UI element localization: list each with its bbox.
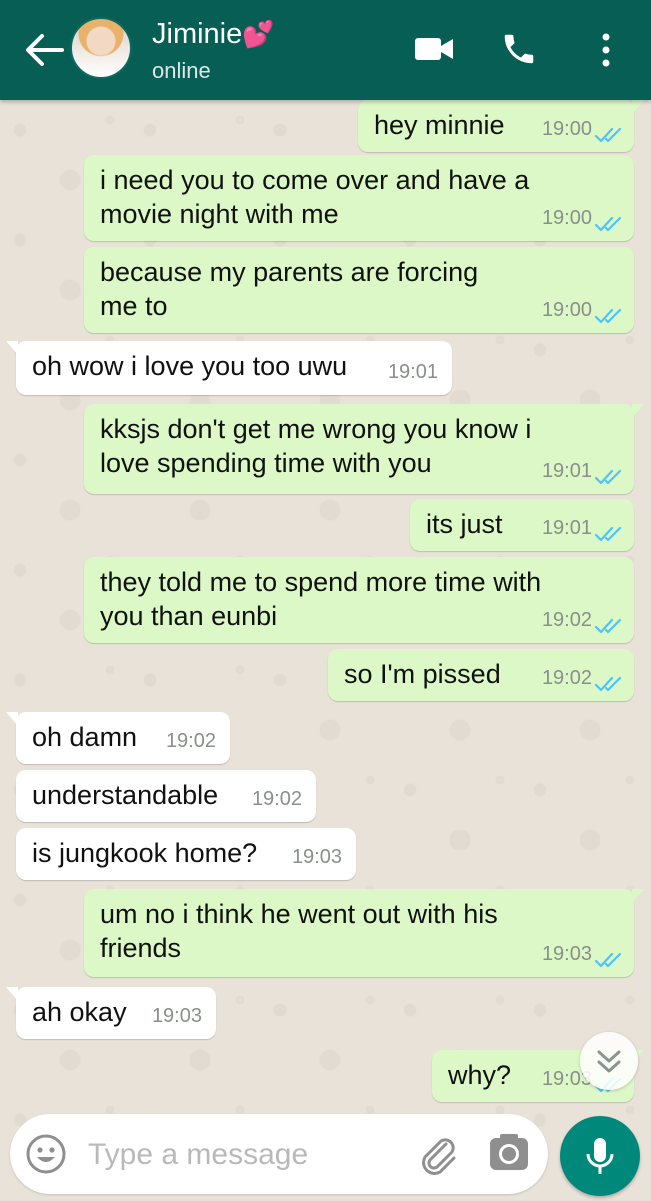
read-ticks-icon [594,216,622,232]
message-line: hey minnie [374,110,505,140]
message-input-bar [10,1114,548,1194]
message-line: oh wow i love you too uwu [32,351,348,381]
paperclip-icon[interactable] [416,1132,460,1176]
incoming-message[interactable]: is jungkook home? 19:03 [16,828,356,880]
scroll-to-bottom-button[interactable] [580,1032,638,1090]
message-line: its just [426,509,503,539]
video-camera-icon[interactable] [414,34,454,64]
outgoing-message[interactable]: because my parents are forcing me to 19:00 [84,247,634,333]
back-arrow-icon[interactable] [24,32,64,68]
message-input[interactable] [86,1130,400,1180]
bubble-tail [632,889,644,903]
message-text: because my parents are forcing me to [100,255,478,323]
message-line: movie night with me [100,199,339,229]
message-line: so I'm pissed [344,659,501,689]
bubble-tail [6,712,18,726]
message-text: its just [426,507,503,541]
message-time: 19:00 [541,207,592,229]
read-ticks-icon [594,676,622,692]
incoming-message[interactable]: ah okay 19:03 [6,987,216,1039]
more-vertical-icon[interactable] [596,30,616,70]
read-ticks-icon [594,526,622,542]
message-time: 19:03 [291,846,342,868]
contact-name-text: Jiminie [152,18,243,50]
outgoing-message[interactable]: hey minnie 19:00 [358,100,644,152]
voice-message-button[interactable] [560,1116,640,1196]
contact-avatar[interactable] [70,17,132,79]
microphone-icon [586,1138,614,1174]
message-line: um no i think he went out with his [100,899,498,929]
message-time: 19:01 [387,361,438,383]
message-line: because my parents are forcing [100,257,479,287]
incoming-message[interactable]: oh damn 19:02 [6,712,230,764]
message-text: oh damn [32,720,137,754]
message-text: ah okay [32,995,127,1029]
outgoing-message[interactable]: um no i think he went out with his friend… [84,889,644,977]
message-line: love spending time with you [100,448,432,478]
read-ticks-icon [594,308,622,324]
bubble-tail [632,100,644,114]
message-line: is jungkook home? [32,838,258,868]
read-ticks-icon [594,618,622,634]
camera-icon[interactable] [488,1132,530,1174]
message-line: they told me to spend more time with [100,567,542,597]
incoming-message[interactable]: oh wow i love you too uwu 19:01 [6,341,452,395]
message-text: is jungkook home? [32,836,257,870]
message-line: i need you to come over and have a [100,165,530,195]
message-time: 19:03 [541,943,592,965]
message-line: you than eunbi [100,601,278,631]
message-text: i need you to come over and have a movie … [100,163,529,231]
message-text: understandable [32,778,218,812]
message-line: me to [100,291,168,321]
message-time: 19:01 [541,517,592,539]
message-text: they told me to spend more time with you … [100,565,541,633]
message-time: 19:01 [541,460,592,482]
message-time: 19:02 [541,609,592,631]
phone-icon[interactable] [500,30,538,68]
message-text: so I'm pissed [344,657,501,691]
message-time: 19:02 [165,730,216,752]
outgoing-message[interactable]: i need you to come over and have a movie … [84,155,634,241]
outgoing-message[interactable]: so I'm pissed 19:02 [328,649,634,701]
smiley-icon[interactable] [26,1134,66,1174]
message-line: understandable [32,780,219,810]
message-text: oh wow i love you too uwu [32,349,347,383]
outgoing-message[interactable]: they told me to spend more time with you … [84,557,634,643]
message-text: um no i think he went out with his friend… [100,897,498,965]
message-time: 19:02 [251,788,302,810]
double-chevron-down-icon [597,1050,621,1073]
contact-status: online [152,58,211,83]
message-time: 19:00 [541,118,592,140]
bubble-tail [632,404,644,418]
read-ticks-icon [594,469,622,485]
read-ticks-icon [594,952,622,968]
message-time: 19:03 [151,1005,202,1027]
bubble-tail [6,987,18,1001]
message-time: 19:02 [541,667,592,689]
message-time: 19:00 [541,299,592,321]
message-line: ah okay [32,997,127,1027]
heart-emoji: 💕 [242,19,275,49]
outgoing-message[interactable]: kksjs don't get me wrong you know i love … [84,404,644,494]
read-ticks-icon [594,127,622,143]
message-line: friends [100,933,182,963]
message-text: why? [448,1058,511,1092]
message-line: why? [448,1060,512,1090]
contact-name[interactable]: Jiminie💕 [152,18,275,51]
incoming-message[interactable]: understandable 19:02 [16,770,316,822]
message-text: hey minnie [374,108,505,142]
outgoing-message[interactable]: its just 19:01 [410,499,634,551]
message-line: kksjs don't get me wrong you know i [100,414,532,444]
chat-header: Jiminie💕 online [0,0,651,100]
message-text: kksjs don't get me wrong you know i love … [100,412,531,480]
bubble-tail [6,341,18,355]
message-line: oh damn [32,722,138,752]
